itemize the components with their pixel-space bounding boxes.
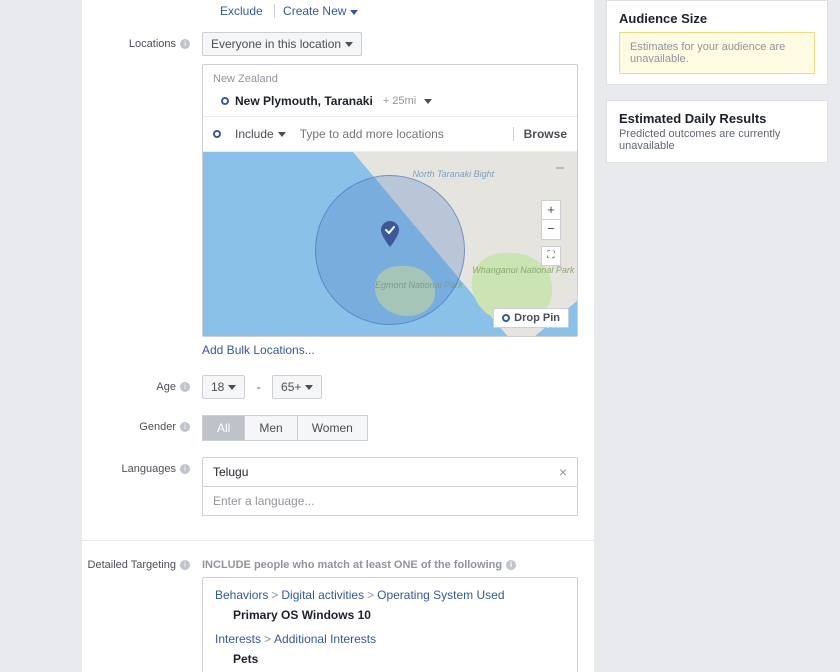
targeting-breadcrumb-behaviors[interactable]: Behaviors>Digital activities>Operating S… [215, 588, 565, 602]
detailed-targeting-box: Behaviors>Digital activities>Operating S… [202, 577, 578, 672]
daily-results-title: Estimated Daily Results [619, 111, 815, 126]
locations-row: Locationsi Everyone in this location New… [82, 28, 594, 361]
age-label: Agei [82, 375, 202, 393]
chevron-down-icon [278, 132, 286, 137]
age-range-separator: - [249, 380, 269, 394]
location-country: New Zealand [203, 65, 577, 91]
daily-results-card: Estimated Daily Results Predicted outcom… [606, 100, 828, 163]
gender-option-all[interactable]: All [202, 415, 245, 441]
age-min-dropdown[interactable]: 18 [202, 375, 245, 399]
info-icon: i [506, 560, 516, 570]
gender-segmented-control: All Men Women [202, 415, 578, 441]
drop-pin-button[interactable]: Drop Pin [493, 308, 569, 328]
map-pin-icon[interactable] [380, 221, 400, 250]
location-item[interactable]: New Plymouth, Taranaki + 25mi [203, 91, 577, 116]
chevron-down-icon [350, 10, 358, 15]
location-scope-dropdown[interactable]: Everyone in this location [202, 32, 362, 56]
locations-label: Locationsi [82, 32, 202, 50]
gender-option-men[interactable]: Men [245, 415, 297, 441]
map-close-button[interactable]: – [551, 160, 569, 178]
chevron-down-icon [345, 42, 353, 47]
include-mode-dropdown[interactable]: Include [227, 123, 294, 145]
info-icon: i [180, 464, 190, 474]
map-label-whanganui: Whanganui National Park [472, 266, 574, 276]
language-input[interactable] [213, 494, 567, 508]
audience-top-links: Exclude Create New [82, 0, 594, 28]
languages-row: Languagesi Telugu × [82, 453, 594, 520]
zoom-out-button[interactable]: − [541, 220, 561, 240]
age-max-dropdown[interactable]: 65+ [272, 375, 322, 399]
radius-circle [315, 175, 465, 325]
main-panel: Exclude Create New Locationsi Everyone i… [82, 0, 594, 672]
chevron-down-icon [305, 385, 313, 390]
create-new-label: Create New [283, 4, 346, 18]
map-label-bight: North Taranaki Bight [412, 170, 494, 180]
location-input-row: Include Browse [203, 116, 577, 151]
language-input-wrap [202, 487, 578, 516]
detailed-targeting-row: Detailed Targetingi INCLUDE people who m… [82, 555, 594, 672]
info-icon: i [180, 39, 190, 49]
include-header: INCLUDE people who match at least ONE of… [202, 559, 578, 571]
location-box: New Zealand New Plymouth, Taranaki + 25m… [202, 64, 578, 337]
gender-label: Genderi [82, 415, 202, 433]
location-city: New Plymouth, Taranaki [235, 94, 373, 108]
remove-language-button[interactable]: × [559, 464, 567, 480]
location-radius-chip[interactable]: + 25mi [383, 95, 416, 107]
section-divider [82, 540, 594, 541]
age-row: Agei 18 - 65+ [82, 371, 594, 403]
targeting-item-os[interactable]: Primary OS Windows 10 [233, 608, 565, 622]
targeting-item-pets[interactable]: Pets [233, 652, 565, 666]
pin-icon [221, 97, 229, 105]
exclude-link[interactable]: Exclude [220, 4, 263, 18]
info-icon: i [180, 560, 190, 570]
languages-label: Languagesi [82, 457, 202, 475]
language-selected: Telugu × [202, 457, 578, 487]
map-expand-button[interactable]: ⛶ [541, 246, 561, 266]
gender-row: Genderi All Men Women [82, 411, 594, 445]
info-icon: i [180, 422, 190, 432]
location-search-input[interactable] [300, 127, 507, 141]
add-bulk-locations-link[interactable]: Add Bulk Locations... [202, 343, 315, 357]
location-map[interactable]: North Taranaki Bight Egmont National Par… [203, 151, 577, 336]
targeting-breadcrumb-interests[interactable]: Interests>Additional Interests [215, 632, 565, 646]
detailed-targeting-label: Detailed Targetingi [82, 559, 202, 571]
chevron-down-icon [228, 385, 236, 390]
audience-size-title: Audience Size [619, 11, 815, 26]
location-browse-button[interactable]: Browse [513, 127, 567, 141]
daily-results-note: Predicted outcomes are currently unavail… [619, 128, 815, 152]
pin-icon [502, 314, 510, 322]
chevron-down-icon [424, 99, 432, 104]
language-value: Telugu [213, 465, 248, 479]
audience-size-card: Audience Size Estimates for your audienc… [606, 0, 828, 85]
audience-size-note: Estimates for your audience are unavaila… [619, 32, 815, 74]
zoom-in-button[interactable]: + [541, 200, 561, 220]
side-panel: Audience Size Estimates for your audienc… [606, 0, 828, 178]
create-new-link[interactable]: Create New [283, 4, 358, 18]
gender-option-women[interactable]: Women [298, 415, 368, 441]
info-icon: i [180, 382, 190, 392]
pin-icon [213, 130, 221, 138]
